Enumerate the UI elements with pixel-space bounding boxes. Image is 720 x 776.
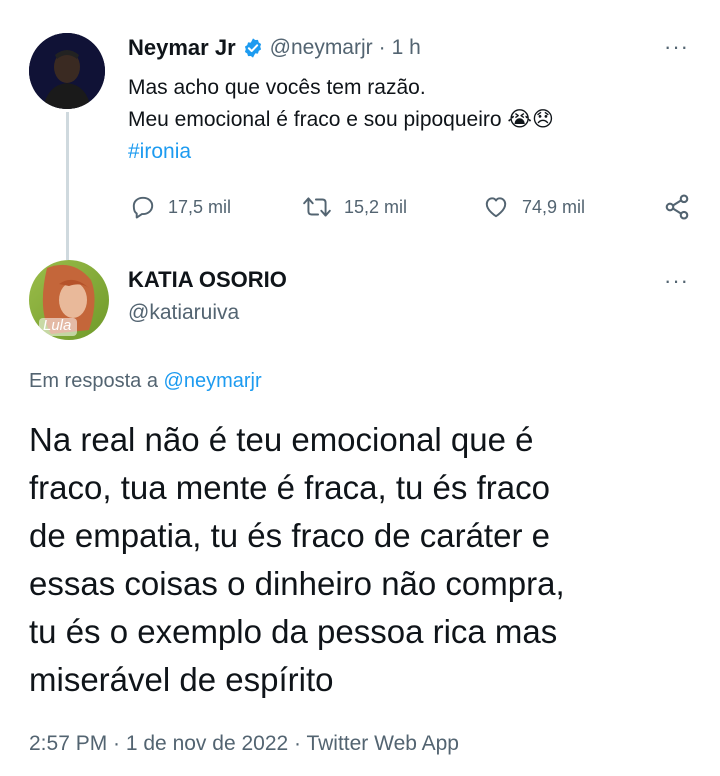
katia-avatar[interactable]: Lula [29,260,109,340]
retweet-action[interactable]: 15,2 mil [302,194,407,220]
disappointed-face-icon: 😞 [531,108,554,131]
reply-line: essas coisas o dinheiro não compra, [29,565,565,602]
heart-icon [485,197,507,218]
tweet-time[interactable]: 1 h [392,36,421,60]
in-reply-to: Em resposta a @neymarjr [29,370,262,393]
reply-more-options-icon[interactable]: ··· [664,268,689,294]
verified-badge-icon [242,37,264,59]
reply-line: fraco, tua mente é fraca, tu és fraco [29,469,550,506]
reply-line: miserável de espírito [29,661,334,698]
thread-line [66,112,69,260]
reply-author-name[interactable]: KATIA OSORIO [128,267,287,293]
reply-line: Na real não é teu emocional que é [29,421,534,458]
reply-line: tu és o exemplo da pessoa rica mas [29,613,558,650]
more-options-icon[interactable]: ··· [664,34,689,60]
reply-text: Na real não é teu emocional que é fraco,… [29,416,565,704]
share-button[interactable] [663,193,691,226]
reply-count: 17,5 mil [168,196,232,217]
separator: · [378,36,386,59]
tweet-line-1: Mas acho que vocês tem razão. [128,76,426,99]
author-handle[interactable]: @neymarjr [270,36,373,60]
tweet-line-2-text: Meu emocional é fraco e sou pipoqueiro [128,108,502,131]
reply-icon [132,196,154,219]
in-reply-handle-link[interactable]: @neymarjr [164,370,262,392]
tweet-text: Mas acho que vocês tem razão. Meu emocio… [128,72,554,168]
in-reply-prefix: Em resposta a [29,370,158,392]
share-icon [665,194,689,220]
crying-face-icon: 😭 [507,108,532,131]
reply-author-handle[interactable]: @katiaruiva [128,301,239,325]
like-action[interactable]: 74,9 mil [482,194,585,220]
author-name[interactable]: Neymar Jr [128,35,236,61]
hashtag-link[interactable]: #ironia [128,136,554,168]
avatar-sticker-text: Lula [43,317,72,334]
retweet-icon [303,197,331,217]
reply-action[interactable]: 17,5 mil [130,194,231,220]
like-count: 74,9 mil [522,196,586,217]
reply-line: de empatia, tu és fraco de caráter e [29,517,550,554]
retweet-count: 15,2 mil [344,196,408,217]
reply-footer-meta[interactable]: 2:57 PM · 1 de nov de 2022 · Twitter Web… [29,732,459,756]
neymar-avatar[interactable] [29,33,105,109]
tweet-line-2: Meu emocional é fraco e sou pipoqueiro 😭… [128,104,554,136]
